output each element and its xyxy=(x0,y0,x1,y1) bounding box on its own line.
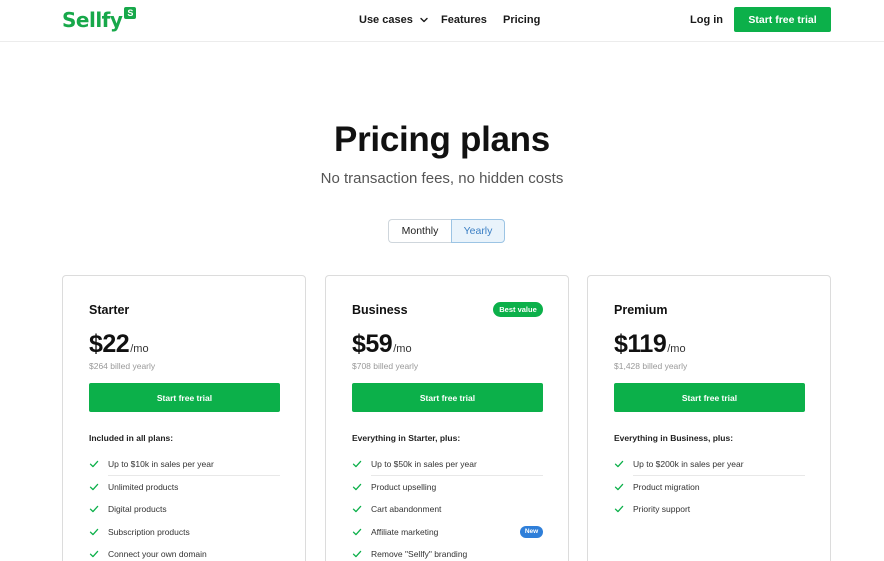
feature-list: Up to $200k in sales per year Product mi… xyxy=(614,453,805,521)
chevron-down-icon xyxy=(420,17,428,23)
feature-item: Remove "Sellfy" branding xyxy=(352,543,543,561)
feature-item: Up to $10k in sales per year xyxy=(89,453,280,476)
page-subtitle: No transaction fees, no hidden costs xyxy=(320,170,564,187)
check-icon xyxy=(89,528,99,535)
feature-label: Up to $200k in sales per year xyxy=(633,459,744,470)
check-icon xyxy=(89,551,99,558)
billed-yearly-note: $708 billed yearly xyxy=(352,361,419,371)
logo-badge-icon: S xyxy=(124,7,137,19)
feature-label: Digital products xyxy=(108,504,167,515)
plan-price: $59 /mo xyxy=(352,330,412,359)
plan-card-business: Business Best value $59 /mo $708 billed … xyxy=(325,275,569,561)
header-start-free-trial-button[interactable]: Start free trial xyxy=(734,7,831,32)
feature-label: Affiliate marketing xyxy=(371,526,439,537)
feature-item: Affiliate marketing New xyxy=(352,521,543,544)
feature-label: Product migration xyxy=(633,481,700,492)
plan-name: Premium xyxy=(614,303,668,317)
feature-label: Connect your own domain xyxy=(108,549,207,560)
new-badge: New xyxy=(520,525,543,538)
nav-features[interactable]: Features xyxy=(441,0,487,40)
feature-item: Product upselling xyxy=(352,476,543,499)
billed-yearly-note: $1,428 billed yearly xyxy=(614,361,688,371)
page-title: Pricing plans xyxy=(334,120,550,159)
feature-item: Unlimited products xyxy=(89,476,280,499)
feature-item: Connect your own domain xyxy=(89,543,280,561)
plan-price: $119 /mo xyxy=(614,330,686,359)
toggle-yearly[interactable]: Yearly xyxy=(451,219,505,243)
check-icon xyxy=(89,483,99,490)
feature-item: Up to $50k in sales per year xyxy=(352,453,543,476)
price-amount: $22 xyxy=(89,330,130,358)
nav-login[interactable]: Log in xyxy=(690,0,723,40)
feature-label: Unlimited products xyxy=(108,481,179,492)
business-start-free-trial-button[interactable]: Start free trial xyxy=(352,383,543,412)
feature-list: Up to $10k in sales per year Unlimited p… xyxy=(89,453,280,561)
check-icon xyxy=(352,506,362,513)
plan-price: $22 /mo xyxy=(89,330,149,359)
price-unit: /mo xyxy=(130,343,149,355)
features-heading: Everything in Business, plus: xyxy=(614,433,734,443)
sellfy-logo[interactable]: Sellfy S xyxy=(62,6,137,34)
price-unit: /mo xyxy=(393,343,412,355)
check-icon xyxy=(614,461,624,468)
feature-item: Product migration xyxy=(614,476,805,499)
check-icon xyxy=(352,551,362,558)
billed-yearly-note: $264 billed yearly xyxy=(89,361,156,371)
top-navigation-bar: Sellfy S Use cases Features Pricing Log … xyxy=(0,0,884,42)
starter-start-free-trial-button[interactable]: Start free trial xyxy=(89,383,280,412)
check-icon xyxy=(352,461,362,468)
premium-start-free-trial-button[interactable]: Start free trial xyxy=(614,383,805,412)
best-value-badge: Best value xyxy=(493,302,543,317)
feature-item: Cart abandonment xyxy=(352,498,543,521)
price-amount: $119 xyxy=(614,330,667,358)
check-icon xyxy=(89,506,99,513)
check-icon xyxy=(352,528,362,535)
billing-period-toggle: Monthly Yearly xyxy=(388,219,505,243)
feature-item: Subscription products xyxy=(89,521,280,544)
feature-label: Priority support xyxy=(633,504,691,515)
toggle-monthly[interactable]: Monthly xyxy=(388,219,451,243)
nav-use-cases[interactable]: Use cases xyxy=(359,0,429,40)
check-icon xyxy=(352,483,362,490)
feature-label: Product upselling xyxy=(371,481,437,492)
price-unit: /mo xyxy=(667,343,686,355)
check-icon xyxy=(614,506,624,513)
feature-label: Up to $10k in sales per year xyxy=(108,459,214,470)
feature-item: Digital products xyxy=(89,498,280,521)
feature-label: Up to $50k in sales per year xyxy=(371,459,477,470)
nav-pricing[interactable]: Pricing xyxy=(503,0,540,40)
check-icon xyxy=(614,483,624,490)
plan-name: Starter xyxy=(89,303,130,317)
feature-label: Cart abandonment xyxy=(371,504,442,515)
feature-item: Up to $200k in sales per year xyxy=(614,453,805,476)
plan-card-premium: Premium $119 /mo $1,428 billed yearly St… xyxy=(587,275,831,561)
plan-card-starter: Starter $22 /mo $264 billed yearly Start… xyxy=(62,275,306,561)
feature-item: Priority support xyxy=(614,498,805,521)
plan-name: Business xyxy=(352,303,408,317)
logo-text: Sellfy xyxy=(62,8,123,32)
features-heading: Included in all plans: xyxy=(89,433,174,443)
feature-label: Subscription products xyxy=(108,526,190,537)
feature-list: Up to $50k in sales per year Product ups… xyxy=(352,453,543,561)
nav-use-cases-label: Use cases xyxy=(359,14,413,26)
features-heading: Everything in Starter, plus: xyxy=(352,433,461,443)
check-icon xyxy=(89,461,99,468)
price-amount: $59 xyxy=(352,330,393,358)
feature-label: Remove "Sellfy" branding xyxy=(371,549,468,560)
